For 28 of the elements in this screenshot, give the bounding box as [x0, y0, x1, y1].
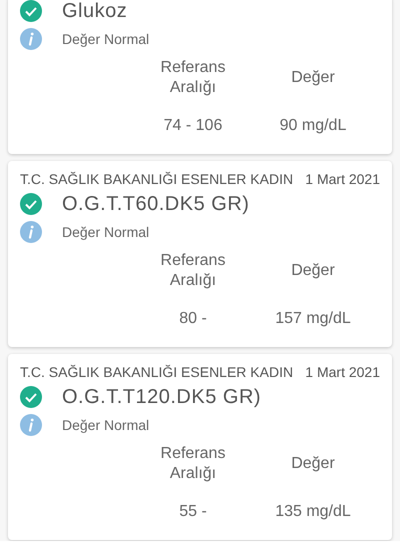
status-note: Değer Normal	[62, 30, 150, 49]
status-note: Değer Normal	[62, 416, 150, 435]
table-cell-text: 55 -	[178, 502, 208, 522]
table-cell-text: 90 mg/dL	[278, 116, 348, 136]
column-header: Referans Aralığı	[160, 58, 226, 98]
result-card[interactable]: T.C. SAĞLIK BAKANLIĞI ESENLER KADIN 1 Mart 2021 O.G.T.T120.DK5 GR) Değer Normal Referans Aralığı Değer 55 - 135 mg/dL	[8, 354, 392, 540]
column-header: Değer	[290, 261, 336, 281]
result-card[interactable]: T.C. SAĞLIK BAKANLIĞI ESENLER KADIN 1 Mart 2021 O.G.T.T60.DK5 GR) Değer Normal Referans Aralığı Değer 80 - 157 mg/dL	[8, 161, 392, 347]
info-icon	[20, 414, 42, 436]
result-card[interactable]: Glukoz Değer Normal Referans Aralığı Değer 74 - 106 90 mg/dL	[8, 0, 392, 154]
info-icon	[20, 28, 42, 50]
hospital-name: T.C. SAĞLIK BAKANLIĞI ESENLER KADIN	[20, 170, 294, 189]
table-cell-text: 157 mg/dL	[274, 309, 352, 329]
result-date: 1 Mart 2021	[305, 170, 380, 189]
column-header: Değer	[290, 68, 336, 88]
hospital-name: T.C. SAĞLIK BAKANLIĞI ESENLER KADIN	[20, 363, 294, 382]
column-header: Referans Aralığı	[160, 251, 226, 291]
column-header: Referans Aralığı	[160, 444, 226, 484]
result-date: 1 Mart 2021	[305, 363, 380, 382]
status-note: Değer Normal	[62, 222, 150, 242]
column-header: Değer	[290, 454, 336, 474]
table-cell-text: 135 mg/dL	[274, 502, 352, 522]
test-name: O.G.T.T120.DK5 GR)	[62, 385, 262, 410]
test-name: Glukoz	[62, 0, 128, 24]
table-cell-text: 74 - 106	[162, 116, 224, 136]
table-cell-text: 80 -	[178, 309, 208, 329]
info-icon	[20, 221, 42, 243]
test-name: O.G.T.T60.DK5 GR)	[62, 192, 250, 217]
